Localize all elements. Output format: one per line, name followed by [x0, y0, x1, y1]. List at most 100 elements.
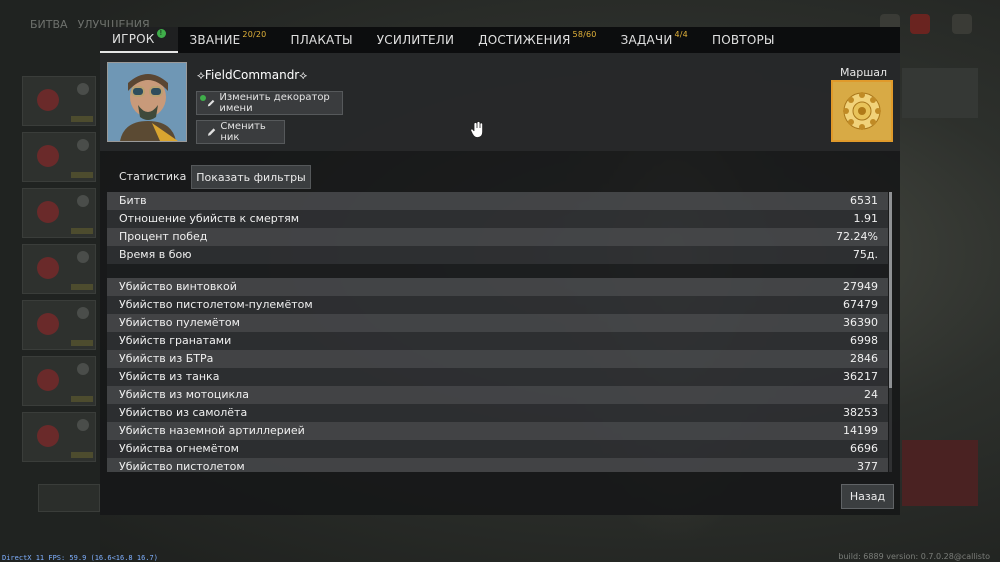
stat-value: 36217 — [843, 370, 878, 383]
stat-name: Убийство винтовкой — [119, 280, 237, 293]
tab-achievements[interactable]: ДОСТИЖЕНИЯ 58/60 — [466, 27, 608, 53]
stat-value: 67479 — [843, 298, 878, 311]
tab-rank-count: 20/20 — [242, 29, 267, 39]
stat-value: 6696 — [850, 442, 878, 455]
stat-value: 1.91 — [853, 212, 879, 225]
change-name-decorator-button[interactable]: Изменить декоратор имени — [196, 91, 343, 115]
stat-value: 377 — [857, 460, 878, 472]
stat-value: 14199 — [843, 424, 878, 437]
tab-tasks-count: 4/4 — [674, 29, 688, 39]
table-row: Отношение убийств к смертям 1.91 — [107, 210, 888, 228]
stat-value: 27949 — [843, 280, 878, 293]
table-row: Убийств гранатами 6998 — [107, 332, 888, 350]
table-row: Убийства огнемётом 6696 — [107, 440, 888, 458]
stat-value: 75д. — [852, 248, 878, 261]
stat-name: Процент побед — [119, 230, 208, 243]
stat-name: Битв — [119, 194, 147, 207]
background-squad-card — [22, 188, 96, 238]
tab-achievements-label: ДОСТИЖЕНИЯ — [478, 33, 571, 47]
back-button[interactable]: Назад — [841, 484, 894, 509]
tab-boosters-label: УСИЛИТЕЛИ — [376, 33, 455, 47]
change-nickname-label: Сменить ник — [220, 121, 266, 143]
tab-player[interactable]: ИГРОК ! — [100, 27, 178, 53]
profile-dialog: ИГРОК ! ЗВАНИЕ 20/20 ПЛАКАТЫ УСИЛИТЕЛИ Д… — [100, 27, 900, 515]
tab-boosters[interactable]: УСИЛИТЕЛИ — [365, 27, 466, 53]
table-row: Битв 6531 — [107, 192, 888, 210]
tab-replays[interactable]: ПОВТОРЫ — [700, 27, 787, 53]
stat-name: Убийства огнемётом — [119, 442, 239, 455]
stats-header: Статистика Показать фильтры — [107, 164, 893, 190]
stat-name: Убийств наземной артиллерией — [119, 424, 305, 437]
background-squad-card — [22, 76, 96, 126]
change-name-decorator-label: Изменить декоратор имени — [219, 92, 330, 114]
table-row: Время в бою 75д. — [107, 246, 888, 264]
build-version: build: 6889 version: 0.7.0.28@callisto — [838, 552, 990, 561]
menu-icon — [952, 14, 972, 34]
background-button — [38, 484, 100, 512]
stat-name: Убийство пистолетом-пулемётом — [119, 298, 313, 311]
tab-tasks-label: ЗАДАЧИ — [620, 33, 673, 47]
tab-player-label: ИГРОК — [112, 32, 155, 46]
marshal-medal-icon — [833, 82, 891, 140]
stat-value: 72.24% — [836, 230, 878, 243]
stat-value: 24 — [864, 388, 878, 401]
new-badge-icon: ! — [156, 28, 166, 38]
background-battle-button — [902, 440, 978, 506]
tab-replays-label: ПОВТОРЫ — [711, 33, 775, 47]
background-right-panel — [902, 68, 978, 118]
pencil-icon — [207, 128, 216, 136]
stat-name: Убийство пулемётом — [119, 316, 240, 329]
background-squad-card — [22, 244, 96, 294]
stat-value: 2846 — [850, 352, 878, 365]
fps-counter: DirectX 11 FPS: 59.9 (16.6<16.8 16.7) — [2, 554, 158, 562]
table-row: Убийств из мотоцикла 24 — [107, 386, 888, 404]
notification-dot-icon — [200, 95, 206, 101]
tab-rank[interactable]: ЗВАНИЕ 20/20 — [178, 27, 279, 53]
stat-name: Убийств из танка — [119, 370, 220, 383]
avatar[interactable] — [107, 62, 187, 142]
table-row: Убийств наземной артиллерией 14199 — [107, 422, 888, 440]
pencil-icon — [207, 99, 215, 107]
stat-value: 36390 — [843, 316, 878, 329]
table-row: Убийств из танка 36217 — [107, 368, 888, 386]
stat-name: Убийств из мотоцикла — [119, 388, 249, 401]
table-row: Убийство пистолетом-пулемётом 67479 — [107, 296, 888, 314]
stat-name: Время в бою — [119, 248, 192, 261]
stats-scrollbar-thumb[interactable] — [889, 192, 892, 388]
table-row: Убийство пулемётом 36390 — [107, 314, 888, 332]
hand-cursor-icon — [470, 121, 483, 138]
rank-marshal-icon[interactable] — [831, 80, 893, 142]
change-nickname-button[interactable]: Сменить ник — [196, 120, 285, 144]
stat-value: 38253 — [843, 406, 878, 419]
table-row: Убийство пистолетом 377 — [107, 458, 888, 472]
tab-posters[interactable]: ПЛАКАТЫ — [278, 27, 364, 53]
tab-posters-label: ПЛАКАТЫ — [290, 33, 353, 47]
background-tabs: БИТВА УЛУЧШЕНИЯ — [0, 10, 150, 38]
background-tab-battle: БИТВА — [30, 17, 68, 31]
background-squad-card — [22, 356, 96, 406]
stat-value: 6531 — [850, 194, 878, 207]
stat-value: 6998 — [850, 334, 878, 347]
rank-badge-icon — [910, 14, 930, 34]
table-row: Убийство из самолёта 38253 — [107, 404, 888, 422]
table-row: Процент побед 72.24% — [107, 228, 888, 246]
background-squad-card — [22, 300, 96, 350]
tab-tasks[interactable]: ЗАДАЧИ 4/4 — [609, 27, 700, 53]
tab-rank-label: ЗВАНИЕ — [189, 33, 241, 47]
table-row: Убийство винтовкой 27949 — [107, 278, 888, 296]
pilot-portrait-icon — [108, 63, 186, 141]
stats-table: Битв 6531 Отношение убийств к смертям 1.… — [107, 192, 888, 472]
player-nickname: ⟡FieldCommandr⟡ — [197, 68, 308, 82]
stat-name: Убийств гранатами — [119, 334, 232, 347]
background-squad-card — [22, 412, 96, 462]
profile-tab-bar: ИГРОК ! ЗВАНИЕ 20/20 ПЛАКАТЫ УСИЛИТЕЛИ Д… — [100, 27, 900, 53]
table-divider — [107, 264, 888, 278]
table-row: Убийств из БТРа 2846 — [107, 350, 888, 368]
stat-name: Отношение убийств к смертям — [119, 212, 300, 225]
rank-name: Маршал — [840, 66, 888, 79]
stats-label: Статистика — [119, 170, 187, 183]
tab-achievements-count: 58/60 — [572, 29, 597, 39]
stat-name: Убийство пистолетом — [119, 460, 245, 472]
show-filters-button[interactable]: Показать фильтры — [191, 165, 311, 189]
background-squad-card — [22, 132, 96, 182]
